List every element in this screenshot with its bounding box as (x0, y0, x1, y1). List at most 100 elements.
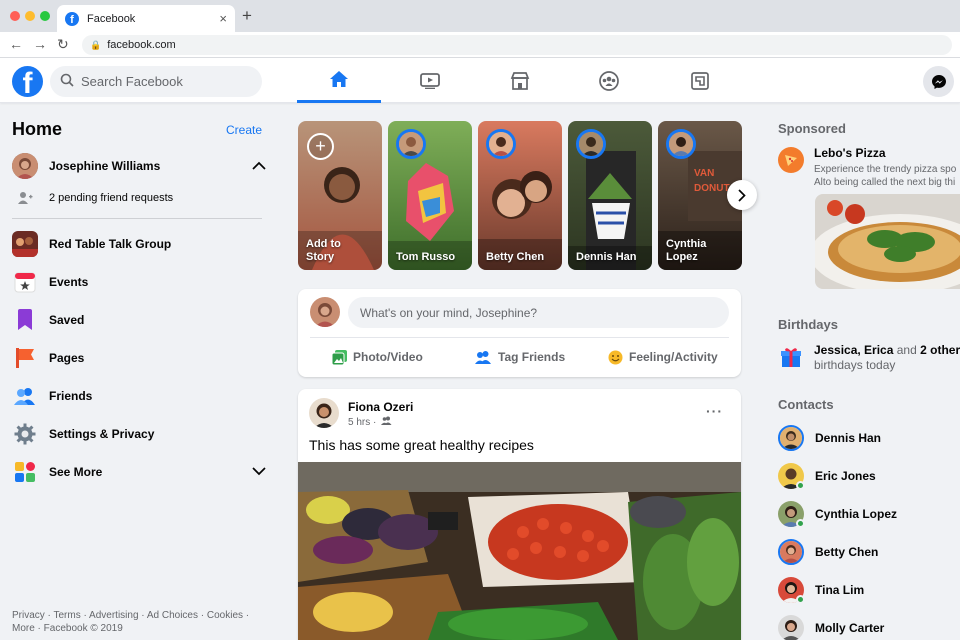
chevron-down-icon[interactable] (252, 465, 266, 479)
story-label: Tom Russo (396, 251, 456, 263)
post-timestamp[interactable]: 5 hrs · (348, 416, 392, 428)
post-author[interactable]: Fiona Ozeri (348, 400, 413, 414)
tab-close-icon[interactable]: × (219, 11, 227, 26)
contact-item[interactable]: Tina Lim (778, 575, 960, 605)
pizza-logo-icon[interactable] (778, 147, 804, 173)
sidebar-item-see-more[interactable]: See More (12, 457, 266, 487)
grid-icon (12, 459, 38, 485)
new-tab-button[interactable]: + (242, 6, 252, 26)
tab-watch[interactable] (388, 58, 472, 103)
sidebar-item-settings[interactable]: Settings & Privacy (12, 419, 266, 449)
calendar-icon (12, 269, 38, 295)
ad-title[interactable]: Lebo's Pizza (814, 146, 886, 160)
post-photo[interactable] (298, 462, 741, 640)
online-indicator (796, 481, 805, 490)
facebook-header: f Search Facebook (0, 58, 960, 103)
post-options-icon[interactable]: ··· (706, 403, 723, 419)
tag-friends-button[interactable]: Tag Friends (475, 344, 565, 370)
tab-gaming[interactable] (658, 58, 742, 103)
right-sidebar: Sponsored Lebo's Pizza Experience the tr… (766, 103, 960, 640)
tab-groups[interactable] (567, 58, 651, 103)
left-sidebar: Home Create Josephine Williams 2 pending… (0, 103, 278, 640)
address-bar[interactable]: 🔒 facebook.com (82, 35, 952, 55)
sidebar-item-friends[interactable]: Friends (12, 381, 266, 411)
ad-image[interactable] (815, 194, 960, 289)
contact-item[interactable]: Dennis Han (778, 423, 960, 453)
footer-links[interactable]: Privacy · Terms · Advertising · Ad Choic… (12, 609, 267, 635)
sidebar-item-red-table-talk[interactable]: Red Table Talk Group (12, 229, 266, 259)
story-add[interactable]: + Add to Story (298, 121, 382, 270)
contact-item[interactable]: Betty Chen (778, 537, 960, 567)
gaming-icon (691, 71, 709, 90)
feed-post: Fiona Ozeri 5 hrs · ··· This has some gr… (298, 389, 741, 640)
back-button[interactable]: ← (9, 36, 23, 52)
tab-title: Facebook (87, 12, 136, 25)
messenger-button[interactable] (923, 66, 954, 97)
smiley-icon (608, 350, 623, 365)
sidebar-item-pages[interactable]: Pages (12, 343, 266, 373)
avatar[interactable] (309, 398, 339, 428)
sidebar-item-label: See More (49, 465, 103, 479)
sponsored-heading: Sponsored (778, 121, 846, 136)
post-composer: What's on your mind, Josephine? Photo/Vi… (298, 289, 741, 377)
chevron-up-icon[interactable] (252, 159, 266, 173)
story-label: Betty Chen (486, 251, 545, 263)
video-icon (420, 72, 440, 89)
post-text: This has some great healthy recipes (309, 437, 534, 453)
avatar (778, 425, 804, 451)
birthdays-heading: Birthdays (778, 317, 838, 332)
gear-icon (12, 421, 38, 447)
friends-audience-icon (381, 416, 392, 425)
avatar (576, 129, 606, 159)
maximize-window-button[interactable] (40, 11, 50, 21)
feeling-activity-button[interactable]: Feeling/Activity (608, 344, 718, 370)
sidebar-item-label: Pages (49, 351, 85, 365)
browser-toolbar: ← → ↻ 🔒 facebook.com (0, 32, 960, 58)
avatar (310, 297, 340, 327)
story-dennis-han[interactable]: Dennis Han (568, 121, 652, 270)
stories-next-button[interactable] (727, 180, 757, 210)
contact-item[interactable]: Eric Jones (778, 461, 960, 491)
story-betty-chen[interactable]: Betty Chen (478, 121, 562, 270)
contact-item[interactable]: Cynthia Lopez (778, 499, 960, 529)
groups-icon (599, 70, 619, 91)
online-indicator (796, 519, 805, 528)
photo-icon (332, 349, 347, 365)
contact-item[interactable]: Molly Carter (778, 613, 960, 640)
minimize-window-button[interactable] (25, 11, 35, 21)
svg-text:DONUT: DONUT (694, 183, 730, 194)
pending-requests-text: 2 pending friend requests (49, 192, 174, 204)
browser-tab-bar: f Facebook × + (0, 0, 960, 32)
search-input[interactable]: Search Facebook (50, 66, 262, 97)
chevron-right-icon (738, 188, 746, 202)
sidebar-item-saved[interactable]: Saved (12, 305, 266, 335)
facebook-logo-icon[interactable]: f (12, 66, 43, 97)
reload-button[interactable]: ↻ (57, 36, 69, 53)
tab-home[interactable] (297, 58, 381, 103)
sidebar-item-label: Red Table Talk Group (49, 237, 172, 251)
composer-input[interactable]: What's on your mind, Josephine? (348, 297, 729, 328)
profile-name: Josephine Williams (49, 159, 161, 173)
home-icon (330, 71, 348, 87)
sidebar-item-label: Friends (49, 389, 93, 403)
story-label: Add to Story (306, 238, 341, 263)
profile-link[interactable]: Josephine Williams (12, 151, 266, 181)
facebook-favicon-icon: f (65, 11, 79, 26)
friends-icon (12, 383, 38, 409)
divider (12, 218, 262, 219)
tab-marketplace[interactable] (478, 58, 562, 103)
sidebar-item-events[interactable]: Events (12, 267, 266, 297)
story-tom-russo[interactable]: Tom Russo (388, 121, 472, 270)
online-indicator (796, 595, 805, 604)
create-link[interactable]: Create (226, 123, 262, 137)
birthdays-text[interactable]: Jessica, Erica and 2 others birthdays to… (814, 343, 960, 373)
pending-requests-link[interactable]: 2 pending friend requests (12, 183, 266, 213)
forward-button[interactable]: → (33, 36, 47, 52)
browser-tab[interactable]: f Facebook × (57, 5, 235, 32)
photo-video-button[interactable]: Photo/Video (332, 344, 423, 370)
add-story-icon[interactable]: + (307, 133, 334, 160)
close-window-button[interactable] (10, 11, 20, 21)
avatar (778, 463, 805, 490)
messenger-icon (931, 74, 946, 89)
avatar (778, 501, 805, 528)
